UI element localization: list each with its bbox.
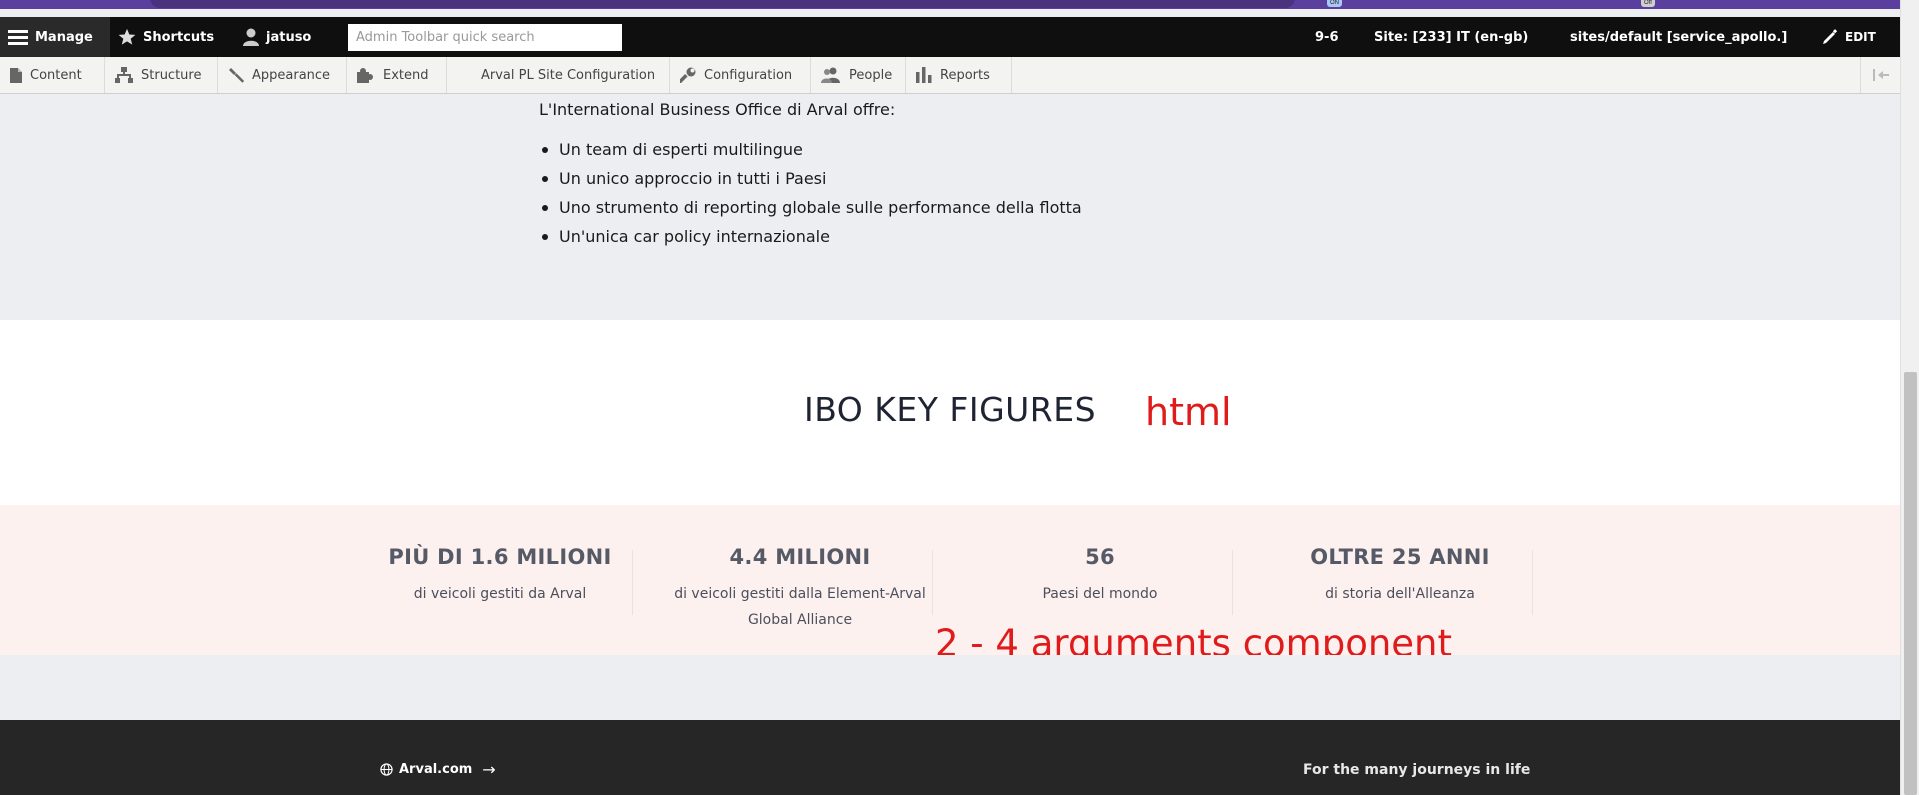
stat-divider — [1532, 550, 1533, 615]
key-figures-title: IBO KEY FIGURES — [803, 390, 1097, 429]
tray-orientation-toggle[interactable] — [1860, 57, 1900, 93]
stat-divider — [1232, 550, 1233, 615]
stat-label: di veicoli gestiti da Arval — [413, 586, 587, 602]
stat-item: PIÙ DI 1.6 MILIONI di veicoli gestiti da… — [350, 545, 650, 607]
tray-item-configuration[interactable]: Configuration — [670, 57, 811, 93]
user-label: jatuso — [266, 29, 312, 45]
stat-label: di veicoli gestiti dalla Element-Arval G… — [674, 586, 926, 628]
user-icon — [243, 28, 259, 46]
stat-label: di storia dell'Alleanza — [1325, 586, 1475, 602]
shortcuts-label: Shortcuts — [143, 29, 215, 45]
edit-button[interactable]: EDIT — [1822, 17, 1876, 57]
puzzle-icon — [357, 68, 373, 83]
list-item: Un'unica car policy internazionale — [539, 227, 1082, 256]
arrow-right-icon: → — [482, 760, 496, 779]
tray-item-label: Structure — [141, 67, 202, 83]
site-footer: Arval.com → For the many journeys in lif… — [0, 720, 1900, 795]
tray-item-extend[interactable]: Extend — [347, 57, 447, 93]
tray-item-label: Arval PL Site Configuration — [481, 67, 656, 83]
arval-com-link-label: Arval.com — [399, 762, 473, 777]
admin-tray: Content Structure Appearance Extend Arva… — [0, 57, 1900, 94]
list-item: Un team di esperti multilingue — [539, 140, 1082, 169]
stat-item: OLTRE 25 ANNI di storia dell'Alleanza — [1250, 545, 1550, 607]
browser-toggle-on-tag[interactable]: ON — [1327, 0, 1342, 7]
list-item: Un unico approccio in tutti i Paesi — [539, 169, 1082, 198]
collapse-arrow-icon — [1872, 69, 1889, 81]
sitemap-icon — [115, 67, 133, 83]
stat-label: Paesi del mondo — [1042, 586, 1158, 602]
tray-item-label: Reports — [940, 67, 990, 83]
tray-item-reports[interactable]: Reports — [906, 57, 1012, 93]
intro-section: L'International Business Office di Arval… — [0, 94, 1900, 320]
browser-top-strip: ON Off — [0, 0, 1919, 9]
key-figures-header-section: IBO KEY FIGURES html — [0, 320, 1900, 505]
stat-divider — [632, 550, 633, 615]
section-gap — [0, 655, 1900, 720]
annotation-html-label: html — [1145, 390, 1232, 434]
tray-item-structure[interactable]: Structure — [105, 57, 218, 93]
page-scrollbar[interactable] — [1900, 0, 1919, 795]
stat-value: PIÙ DI 1.6 MILIONI — [388, 545, 612, 569]
admin-toolbar-search-input[interactable] — [348, 24, 622, 51]
site-indicator: Site: [233] IT (en-gb) — [1374, 29, 1529, 45]
stat-value: 4.4 MILIONI — [729, 545, 871, 569]
intro-heading: L'International Business Office di Arval… — [539, 100, 896, 119]
tray-item-people[interactable]: People — [811, 57, 906, 93]
version-indicator: 9-6 — [1315, 29, 1339, 45]
admin-toolbar: Manage Shortcuts jatuso 9-6 Site: [233] … — [0, 17, 1900, 57]
edit-label: EDIT — [1845, 30, 1876, 44]
tray-item-label: Content — [30, 67, 82, 83]
list-item: Uno strumento di reporting globale sulle… — [539, 198, 1082, 227]
user-menu-button[interactable]: jatuso — [243, 17, 311, 57]
arval-com-link[interactable]: Arval.com → — [380, 760, 496, 779]
stat-item: 4.4 MILIONI di veicoli gestiti dalla Ele… — [650, 545, 950, 633]
hamburger-icon — [8, 29, 28, 45]
tray-item-label: Appearance — [252, 67, 331, 83]
tray-item-content[interactable]: Content — [0, 57, 105, 93]
tray-item-label: Extend — [383, 67, 429, 83]
shortcuts-button[interactable]: Shortcuts — [118, 17, 214, 57]
browser-address-pill — [150, 0, 1295, 8]
tray-item-arval-pl-site-configuration[interactable]: Arval PL Site Configuration — [447, 57, 670, 93]
manage-label: Manage — [35, 29, 93, 45]
star-icon — [118, 28, 136, 46]
people-icon — [821, 67, 840, 83]
footer-tagline: For the many journeys in life — [1303, 762, 1531, 778]
site-path-indicator: sites/default [service_apollo.] — [1570, 29, 1788, 45]
tray-item-appearance[interactable]: Appearance — [218, 57, 347, 93]
pencil-icon — [1822, 29, 1838, 45]
tray-item-label: People — [849, 67, 893, 83]
file-icon — [10, 67, 22, 83]
key-figures-stats-row: PIÙ DI 1.6 MILIONI di veicoli gestiti da… — [0, 505, 1900, 665]
globe-icon — [380, 763, 393, 776]
manage-button[interactable]: Manage — [0, 17, 110, 57]
browser-toggle-off-tag[interactable]: Off — [1641, 0, 1655, 7]
wrench-icon — [680, 67, 696, 83]
scrollbar-thumb[interactable] — [1904, 372, 1917, 795]
bar-chart-icon — [916, 67, 932, 83]
stat-value: 56 — [1085, 545, 1115, 569]
stat-divider — [932, 550, 933, 615]
intro-bullet-list: Un team di esperti multilingue Un unico … — [539, 140, 1082, 256]
tray-item-label: Configuration — [704, 67, 793, 83]
stat-value: OLTRE 25 ANNI — [1310, 545, 1490, 569]
paintbrush-icon — [229, 68, 244, 83]
stat-item: 56 Paesi del mondo — [950, 545, 1250, 607]
